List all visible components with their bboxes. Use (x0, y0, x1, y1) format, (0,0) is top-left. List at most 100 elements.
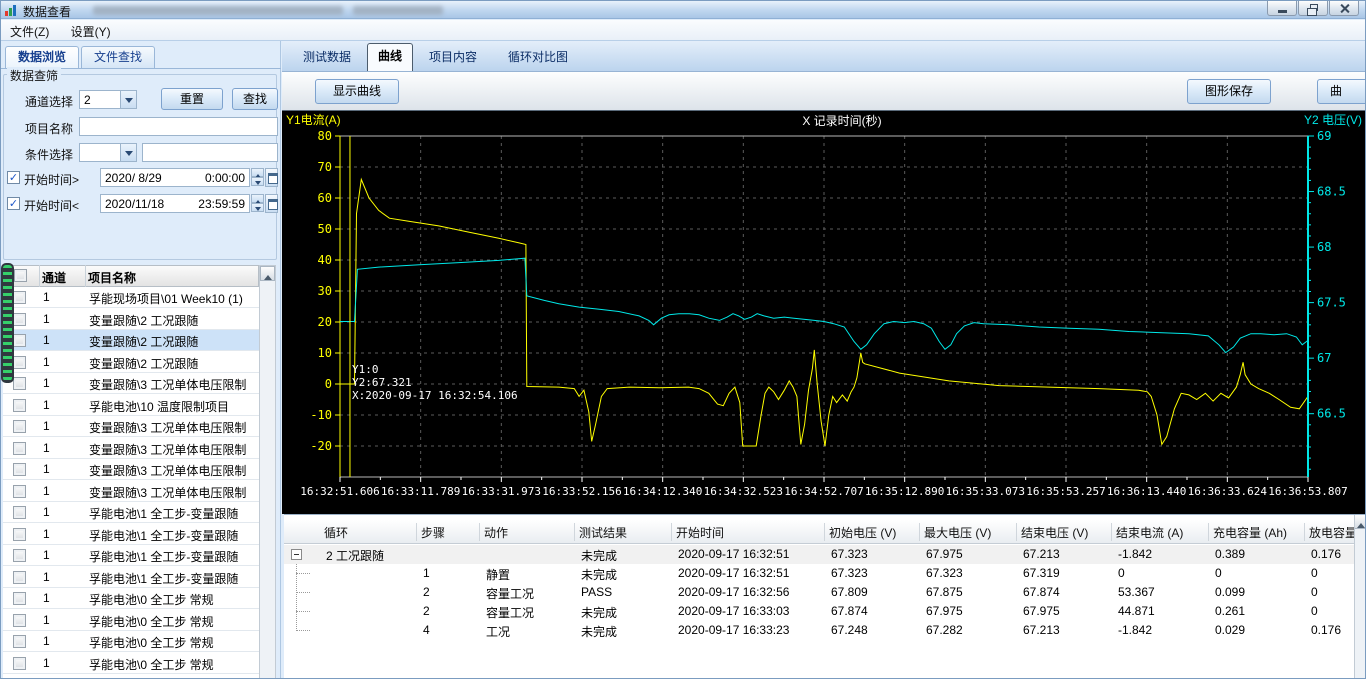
list-item[interactable]: 1孚能电池\0 全工步 常规 (3, 631, 259, 652)
calendar-icon[interactable] (265, 168, 278, 187)
list-scroll-grip[interactable] (1, 263, 14, 383)
row-checkbox[interactable] (13, 334, 26, 347)
chevron-down-icon[interactable] (120, 91, 136, 108)
row-checkbox[interactable] (13, 356, 26, 369)
select-all-checkbox[interactable] (14, 269, 27, 282)
row-checkbox[interactable] (13, 420, 26, 433)
project-name-cell: 孚能电池\1 全工步-变量跟随 (89, 572, 239, 586)
row-checkbox[interactable] (13, 485, 26, 498)
row-checkbox[interactable] (13, 291, 26, 304)
start-before-spinner[interactable] (251, 194, 264, 213)
list-item[interactable]: 1 变量跟随\3 工况单体电压限制 (3, 416, 259, 437)
menu-file[interactable]: 文件(Z) (1, 20, 58, 43)
reset-button[interactable]: 重置 (161, 88, 223, 110)
list-item[interactable]: 1孚能电池\0 全工步 常规 (3, 610, 259, 631)
chart-text: Y1电流(A) (286, 113, 341, 127)
minimize-button[interactable] (1267, 1, 1297, 16)
list-item[interactable]: 1 变量跟随\3 工况单体电压限制 (3, 438, 259, 459)
table-row[interactable]: 2 容量工况 PASS 2020-09-17 16:32:56 67.809 67.875… (284, 583, 1365, 602)
results-cell-start: 2020-09-17 16:32:51 (678, 566, 790, 580)
results-column-header[interactable]: 步骤 (421, 524, 445, 541)
project-name-input[interactable] (79, 117, 278, 136)
start-before-checkbox[interactable]: ✓ (7, 197, 20, 210)
save-image-button[interactable]: 图形保存 (1187, 79, 1271, 104)
list-item[interactable]: 1 孚能电池\1 全工步-变量跟随 (3, 567, 259, 588)
list-item[interactable]: 1 孚能电池\10 温度限制项目 (3, 395, 259, 416)
results-column-header[interactable]: 动作 (484, 524, 508, 541)
list-item[interactable]: 1 孚能电池\1 全工步-变量跟随 (3, 502, 259, 523)
row-checkbox[interactable] (13, 528, 26, 541)
row-checkbox[interactable] (13, 463, 26, 476)
list-item[interactable]: 1孚能电池\0 全工步 常规 (3, 653, 259, 674)
results-column-header[interactable]: 循环 (324, 524, 348, 541)
condition-input[interactable] (142, 143, 278, 162)
list-item[interactable]: 1孚能电池\0 全工步 常规 (3, 674, 259, 678)
table-row[interactable]: 2 工况跟随 未完成 2020-09-17 16:32:51 67.323 67.975… (284, 545, 1365, 564)
tab-file-search[interactable]: 文件查找 (81, 46, 155, 69)
row-checkbox[interactable] (13, 313, 26, 326)
tab-test-data[interactable]: 测试数据 (289, 45, 365, 70)
tab-cycle-compare[interactable]: 循环对比图 (493, 45, 583, 70)
list-item[interactable]: 1 变量跟随\3 工况单体电压限制 (3, 373, 259, 394)
results-column-header[interactable]: 开始时间 (676, 524, 724, 541)
curve-chart[interactable]: 80 70 60 50 40 30 20 10 0 -10 -20 69 68.5 68 67.5 67 66.… (282, 111, 1365, 514)
results-vscrollbar[interactable] (1354, 515, 1365, 678)
start-after-checkbox[interactable]: ✓ (7, 171, 20, 184)
row-checkbox[interactable] (13, 614, 26, 627)
spin-down-icon[interactable] (251, 177, 264, 186)
chevron-down-icon[interactable] (120, 144, 136, 161)
results-cell-step: 4 (423, 623, 430, 637)
row-checkbox[interactable] (13, 571, 26, 584)
spin-down-icon[interactable] (251, 203, 264, 212)
scroll-up-icon[interactable] (260, 266, 275, 281)
row-checkbox[interactable] (13, 506, 26, 519)
list-item[interactable]: 1 孚能现场项目\01 Week10 (1) (3, 287, 259, 308)
row-checkbox[interactable] (13, 549, 26, 562)
results-column-header[interactable]: 初始电压 (V) (829, 524, 896, 541)
collapse-icon[interactable] (291, 549, 302, 560)
start-after-datetime[interactable]: 2020/ 8/29 0:00:00 (100, 168, 250, 187)
list-item[interactable]: 1 变量跟随\2 工况跟随 (3, 352, 259, 373)
results-column-header[interactable]: 结束电流 (A) (1116, 524, 1183, 541)
row-checkbox[interactable] (13, 377, 26, 390)
calendar-icon[interactable] (265, 194, 278, 213)
clipped-curve-button[interactable]: 曲 (1317, 79, 1365, 104)
results-column-header[interactable]: 结束电压 (V) (1021, 524, 1088, 541)
list-item[interactable]: 1孚能电池\0 全工步 常规 (3, 588, 259, 609)
spin-up-icon[interactable] (251, 194, 264, 204)
tab-project-content[interactable]: 项目内容 (415, 45, 491, 70)
row-checkbox[interactable] (13, 657, 26, 670)
start-after-spinner[interactable] (251, 168, 264, 187)
start-before-datetime[interactable]: 2020/11/18 23:59:59 (100, 194, 250, 213)
tab-data-browse[interactable]: 数据浏览 (5, 46, 79, 69)
condition-select[interactable] (79, 143, 137, 162)
row-checkbox[interactable] (13, 442, 26, 455)
restore-button[interactable] (1298, 1, 1328, 16)
channel-cell: 1 (43, 613, 50, 627)
table-row[interactable]: 2 容量工况 未完成 2020-09-17 16:33:03 67.874 67.975 6… (284, 602, 1365, 621)
results-column-header[interactable]: 最大电压 (V) (924, 524, 991, 541)
project-list-vscrollbar[interactable] (259, 265, 276, 678)
row-checkbox[interactable] (13, 635, 26, 648)
channel-select[interactable]: 2 (79, 90, 137, 109)
row-checkbox[interactable] (13, 399, 26, 412)
tab-curve[interactable]: 曲线 (367, 43, 413, 71)
results-column-header[interactable]: 测试结果 (579, 524, 627, 541)
menu-settings[interactable]: 设置(Y) (62, 20, 120, 43)
list-item[interactable]: 1 变量跟随\2 工况跟随 (3, 309, 259, 330)
scroll-up-icon[interactable] (1355, 515, 1365, 529)
table-row[interactable]: 4 工况 未完成 2020-09-17 16:33:23 67.248 67.282 67.… (284, 621, 1365, 640)
list-item[interactable]: 1 孚能电池\1 全工步-变量跟随 (3, 545, 259, 566)
list-item[interactable]: 1 变量跟随\3 工况单体电压限制 (3, 481, 259, 502)
list-item[interactable]: 1 孚能电池\1 全工步-变量跟随 (3, 524, 259, 545)
close-button[interactable] (1329, 1, 1359, 16)
row-checkbox[interactable] (13, 592, 26, 605)
spin-up-icon[interactable] (251, 168, 264, 178)
table-row[interactable]: 1 静置 未完成 2020-09-17 16:32:51 67.323 67.323 67.… (284, 564, 1365, 583)
find-button[interactable]: 查找 (232, 88, 278, 110)
list-item[interactable]: 1 变量跟随\2 工况跟随 (3, 330, 259, 351)
list-item[interactable]: 1 变量跟随\3 工况单体电压限制 (3, 459, 259, 480)
chart-text: 16:36:13.440 (1107, 485, 1186, 498)
results-column-header[interactable]: 充电容量 (Ah) (1213, 524, 1287, 541)
show-curve-button[interactable]: 显示曲线 (315, 79, 399, 104)
